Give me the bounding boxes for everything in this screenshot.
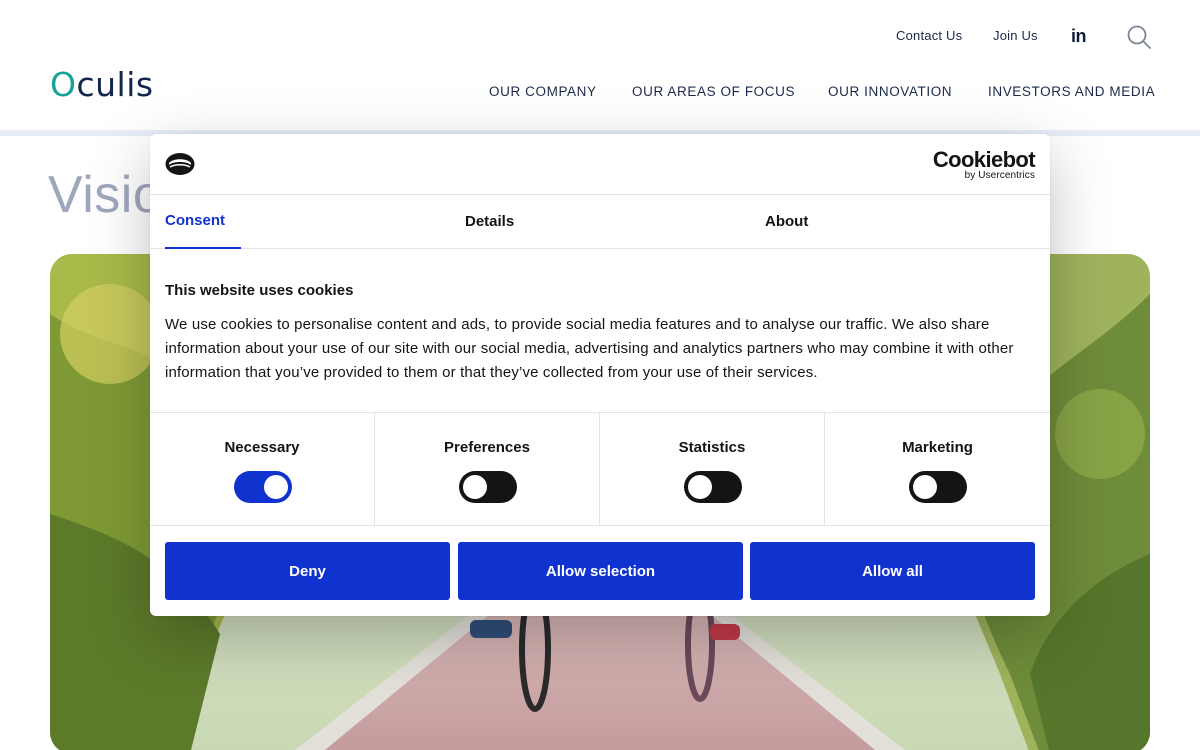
- cookie-description: We use cookies to personalise content an…: [165, 316, 1014, 381]
- toggle-cell-marketing: Marketing: [825, 413, 1050, 525]
- cookiebot-name: Cookiebot: [932, 147, 1036, 172]
- cookie-logo-icon: [165, 153, 195, 175]
- tab-details[interactable]: Details: [465, 195, 514, 249]
- toggle-knob: [264, 475, 288, 499]
- allow-selection-button[interactable]: Allow selection: [458, 542, 743, 600]
- toggle-label-preferences: Preferences: [444, 439, 530, 456]
- toggle-knob: [913, 475, 937, 499]
- tab-about[interactable]: About: [765, 195, 808, 249]
- necessary-toggle[interactable]: [234, 471, 292, 503]
- nav-our-areas-of-focus[interactable]: OUR AREAS OF FOCUS: [632, 84, 795, 99]
- toggle-label-necessary: Necessary: [224, 439, 300, 456]
- site-header: Contact Us Join Us in Oculis OUR COMPANY…: [0, 0, 1200, 130]
- nav-investors-and-media[interactable]: INVESTORS AND MEDIA: [988, 84, 1155, 99]
- cookiebot-brand[interactable]: Cookiebot by Usercentrics: [932, 147, 1036, 181]
- toggle-cell-necessary: Necessary: [150, 413, 375, 525]
- toggle-label-marketing: Marketing: [902, 439, 973, 456]
- nav-our-innovation[interactable]: OUR INNOVATION: [828, 84, 952, 99]
- cookie-title: This website uses cookies: [165, 282, 354, 299]
- join-us-link[interactable]: Join Us: [993, 28, 1038, 43]
- statistics-toggle[interactable]: [684, 471, 742, 503]
- toggle-knob: [688, 475, 712, 499]
- oculis-logo[interactable]: Oculis: [50, 66, 154, 104]
- logo-letter-o: O: [50, 65, 77, 104]
- dialog-header: Cookiebot by Usercentrics: [150, 134, 1050, 195]
- preferences-toggle[interactable]: [459, 471, 517, 503]
- linkedin-icon[interactable]: in: [1071, 26, 1087, 47]
- logo-letters: culis: [76, 65, 154, 104]
- dialog-body: This website uses cookies We use cookies…: [165, 282, 1035, 385]
- tab-consent[interactable]: Consent: [165, 195, 241, 249]
- cookie-consent-dialog: Cookiebot by Usercentrics Consent Detail…: [150, 134, 1050, 616]
- allow-all-button[interactable]: Allow all: [750, 542, 1035, 600]
- contact-us-link[interactable]: Contact Us: [896, 28, 962, 43]
- toggle-cell-preferences: Preferences: [375, 413, 600, 525]
- page-title: Visio: [48, 166, 163, 224]
- toggle-knob: [463, 475, 487, 499]
- toggle-label-statistics: Statistics: [678, 439, 746, 456]
- search-icon[interactable]: [1126, 24, 1152, 50]
- cookiebot-subtitle: by Usercentrics: [964, 170, 1035, 181]
- deny-button[interactable]: Deny: [165, 542, 450, 600]
- toggle-cell-statistics: Statistics: [600, 413, 825, 525]
- nav-our-company[interactable]: OUR COMPANY: [489, 84, 597, 99]
- consent-toggles: Necessary Preferences Statistics Marketi…: [150, 412, 1050, 526]
- dialog-tabs: Consent Details About: [150, 195, 1050, 249]
- marketing-toggle[interactable]: [909, 471, 967, 503]
